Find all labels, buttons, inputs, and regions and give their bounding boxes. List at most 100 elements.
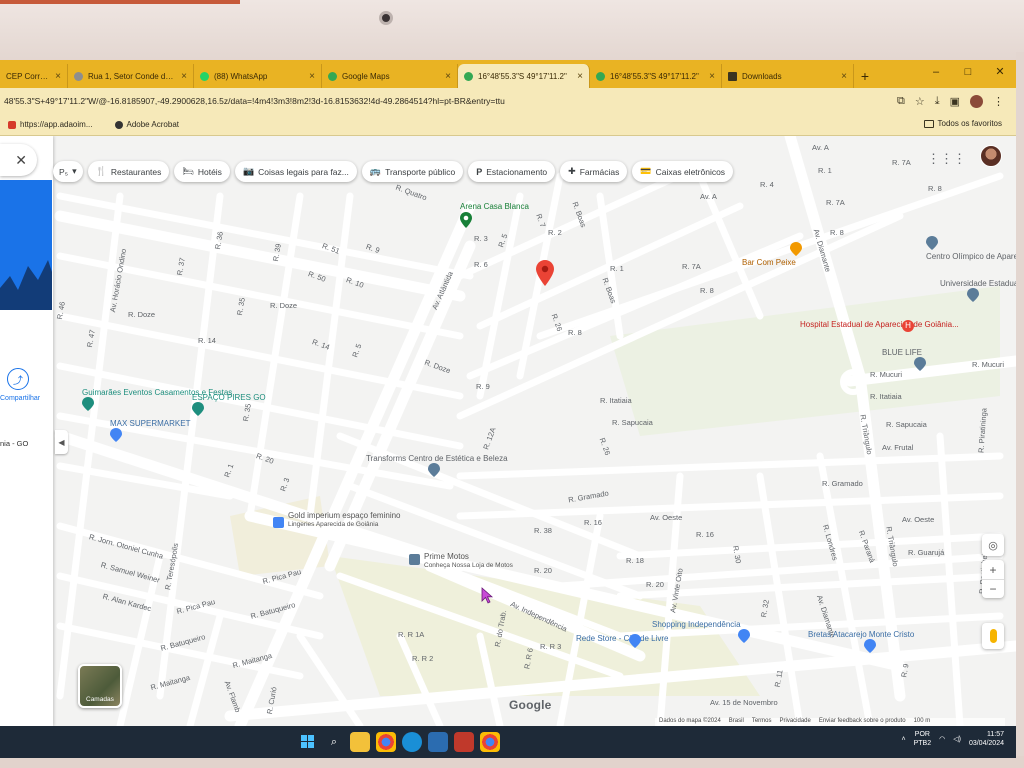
poi-hospital-estadual[interactable]: Hospital Estadual de Aparecida de Goiâni… (800, 320, 959, 332)
drink-pin-icon (790, 242, 802, 256)
close-window-button[interactable]: ✕ (984, 60, 1016, 84)
map-view[interactable]: Av. A R. 7A R. 1 R. 8 R. 7A R. 8 Av. Dia… (0, 136, 1016, 726)
account-avatar[interactable] (980, 145, 1002, 167)
minimize-button[interactable]: – (920, 60, 952, 84)
tab-whatsapp[interactable]: (88) WhatsApp × (194, 64, 322, 88)
tab-rua-1[interactable]: Rua 1, Setor Conde dos A × (68, 64, 194, 88)
chip-hoteis[interactable]: 🛏 Hotéis (174, 161, 230, 182)
poi-universidade-estadual[interactable]: Universidade Estadual de Goiás - Apareci… (940, 279, 1016, 304)
windows-start-icon[interactable] (298, 732, 318, 752)
parking-icon: P (476, 166, 483, 177)
footer-link[interactable]: Privacidade (779, 718, 810, 726)
all-bookmarks[interactable]: Todos os favoritos (923, 119, 1002, 128)
road-label: Av. Oeste (902, 515, 935, 524)
language-indicator[interactable]: POR PTB2 (914, 730, 932, 748)
tab-cep-correios[interactable]: CEP Correios × (0, 64, 68, 88)
road-label: R. Mucuri (972, 360, 1005, 369)
edge-icon[interactable] (402, 732, 422, 752)
footer-link[interactable]: Termos (752, 718, 772, 726)
menu-icon[interactable]: ⋮ (993, 95, 1004, 108)
shopping-pin-icon (110, 428, 122, 442)
close-tab-icon[interactable]: × (709, 71, 715, 82)
acrobat-icon (114, 120, 123, 129)
zoom-controls: + − (982, 560, 1004, 598)
chip-coisas-legais[interactable]: 📷 Coisas legais para faz... (234, 161, 357, 182)
side-panel-icon[interactable]: ▣ (950, 95, 960, 108)
poi-espaco-pires[interactable]: ESPAÇO PIRES GO (192, 393, 282, 418)
bezel-strip (0, 0, 240, 4)
chip-caixas-eletronicos[interactable]: 💳 Caixas eletrônicos (632, 161, 734, 182)
footer-link[interactable]: Brasil (729, 718, 744, 726)
close-tab-icon[interactable]: × (181, 71, 187, 82)
profile-avatar[interactable] (970, 94, 983, 108)
pegman-icon[interactable] (982, 623, 1004, 649)
map-footer: Dados do mapa ©2024 Brasil Termos Privac… (655, 718, 1005, 726)
zoom-out-button[interactable]: − (982, 579, 1004, 598)
mode-chip[interactable]: P₅ ▾ (53, 161, 83, 182)
place-pin-icon (914, 357, 926, 371)
file-explorer-icon[interactable] (350, 732, 370, 752)
bookmark-adaoim[interactable]: https://app.adaoim... (8, 120, 93, 129)
chip-restaurantes[interactable]: 🍴 Restaurantes (87, 161, 170, 182)
close-tab-icon[interactable]: × (309, 71, 315, 82)
scale-label: 100 m (913, 718, 931, 724)
road-label: Av. A (700, 192, 717, 201)
maximize-button[interactable]: □ (952, 60, 984, 84)
tab-downloads[interactable]: Downloads × (722, 64, 854, 88)
url-field[interactable]: 48'55.3"S+49°17'11.2"W/@-16.8185907,-49.… (0, 96, 897, 106)
chevron-up-icon[interactable]: ˄ (902, 736, 906, 743)
poi-rede-store[interactable]: Rede Store - Cidade Livre (576, 634, 669, 648)
bookmark-adobe-acrobat[interactable]: Adobe Acrobat (114, 120, 179, 129)
chip-farmacias[interactable]: ✚ Farmácias (560, 161, 628, 182)
poi-max-supermarket[interactable]: MAX SUPERMARKET (110, 419, 210, 444)
place-pin-icon (926, 236, 938, 250)
wifi-icon[interactable]: ◠ (939, 735, 945, 743)
road-label: R. 16 (584, 518, 602, 527)
beauty-pin-icon (428, 463, 440, 477)
close-tab-icon[interactable]: × (841, 71, 847, 82)
poi-prime-motos[interactable]: Prime Motos Conheça Nossa Loja de Motos (409, 552, 513, 570)
app-icon[interactable] (428, 732, 448, 752)
road-label: R. 16 (696, 530, 714, 539)
app-icon[interactable] (454, 732, 474, 752)
close-tab-icon[interactable]: × (55, 71, 61, 82)
new-tab-button[interactable]: + (854, 64, 876, 88)
chip-estacionamento[interactable]: P Estacionamento (468, 161, 556, 182)
close-tab-icon[interactable]: × (445, 71, 451, 82)
share-icon[interactable]: ⤴ (7, 368, 29, 390)
road-label: R. Guarujá (908, 548, 945, 557)
location-pin-icon[interactable] (536, 260, 554, 286)
poi-bretas-atacarejo[interactable]: Bretas Atacarejo Monte Cristo (808, 630, 914, 655)
poi-guimaraes-eventos[interactable]: Guimarães Eventos Casamentos e Festas (82, 388, 232, 413)
clock[interactable]: 11:57 03/04/2024 (969, 730, 1004, 748)
collapse-panel-button[interactable]: ◀ (55, 430, 68, 454)
close-tab-icon[interactable]: × (577, 71, 583, 82)
tab-coordinates-active[interactable]: 16°48'55.3"S 49°17'11.2" × (458, 64, 590, 88)
poi-bar-com-peixe[interactable]: Bar Com Peixe (742, 242, 822, 267)
chrome-icon[interactable] (376, 732, 396, 752)
chip-transporte-publico[interactable]: 🚌 Transporte público (361, 161, 464, 182)
google-apps-icon[interactable]: ⋮⋮⋮ (927, 151, 966, 167)
tab-google-maps[interactable]: Google Maps × (322, 64, 458, 88)
layers-button[interactable]: Camadas (78, 664, 122, 708)
site-icon (8, 120, 16, 129)
zoom-in-button[interactable]: + (982, 560, 1004, 579)
my-location-icon[interactable]: ◎ (982, 534, 1004, 556)
install-app-icon[interactable]: ⧉ (897, 95, 905, 108)
tab-coordinates[interactable]: 16°48'55.3"S 49°17'11.2" × (590, 64, 722, 88)
poi-blue-life[interactable]: BLUE LIFE (882, 348, 942, 373)
download-icon[interactable]: ⤓ (935, 95, 940, 108)
taskbar: ⌕ ˄ POR PTB2 ◠ ◁) 11:57 03/04/2024 (0, 726, 1016, 758)
poi-transforms-centro[interactable]: Transforms Centro de Estética e Beleza (366, 454, 508, 479)
close-panel-button[interactable]: ✕ (0, 144, 37, 176)
poi-arena-casa-blanca[interactable]: Arena Casa Blanca (460, 202, 550, 228)
poi-gold-imperium[interactable]: Gold imperium espaço feminino Lingeries … (273, 511, 401, 529)
volume-icon[interactable]: ◁) (953, 735, 961, 743)
chrome-icon[interactable] (480, 732, 500, 752)
footer-link[interactable]: Enviar feedback sobre o produto (819, 718, 906, 726)
road-label: Av. A (812, 143, 829, 152)
road-label: R. 6 (474, 260, 488, 269)
search-icon[interactable]: ⌕ (324, 732, 344, 752)
poi-centro-olimpico[interactable]: Centro Olímpico de Aparecida (926, 236, 1016, 261)
bookmark-star-icon[interactable]: ☆ (915, 95, 925, 108)
